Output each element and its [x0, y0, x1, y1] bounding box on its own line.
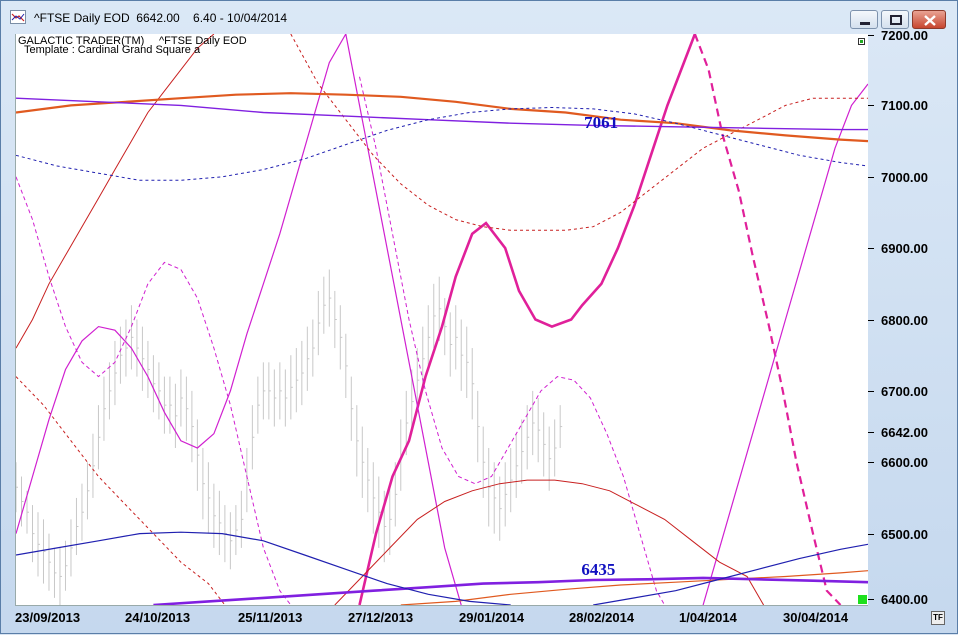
- y-tick-label: 7100.00: [868, 98, 928, 114]
- chart-plot-area[interactable]: GALACTIC TRADER(TM) ^FTSE Daily EOD Temp…: [15, 34, 868, 606]
- series-line-4: [702, 83, 868, 605]
- series-line-9: [16, 376, 226, 605]
- y-tick-label: 6600.00: [868, 455, 928, 471]
- minimize-icon: [860, 22, 870, 25]
- level-annotation-6435: 6435: [581, 560, 616, 580]
- chart-template-label: Template : Cardinal Grand Square a: [24, 44, 201, 56]
- chart-resize-marker[interactable]: [858, 595, 867, 604]
- x-tick-label: 25/11/2013: [238, 610, 303, 625]
- y-tick-label: 6700.00: [868, 383, 928, 399]
- series-line-7: [16, 34, 215, 349]
- x-tick-label: 30/04/2014: [783, 610, 849, 625]
- y-tick-label: 6900.00: [868, 241, 928, 257]
- chart-app-icon[interactable]: [10, 10, 26, 24]
- y-tick-label: 6642.00: [868, 425, 928, 441]
- series-line-16: [593, 543, 868, 605]
- series-line-0: [358, 34, 697, 605]
- y-tick-label: 6400.00: [868, 592, 928, 607]
- maximize-button[interactable]: [881, 10, 909, 29]
- series-line-17: [16, 106, 868, 181]
- series-line-2: [16, 34, 347, 534]
- y-tick-label: 7000.00: [868, 169, 928, 185]
- y-tick-label: 6800.00: [868, 312, 928, 328]
- x-tick-label: 1/04/2014: [679, 610, 737, 625]
- series-line-13: [16, 97, 868, 131]
- window-title: ^FTSE Daily EOD 6642.00 6.40 - 10/04/201…: [34, 11, 288, 25]
- x-tick-label: 23/09/2013: [15, 610, 81, 625]
- close-button[interactable]: [912, 10, 946, 29]
- minimize-button[interactable]: [850, 10, 878, 29]
- y-tick-label: 7200.00: [868, 28, 928, 43]
- series-line-11: [16, 92, 868, 143]
- tf-badge[interactable]: TF: [931, 611, 945, 625]
- x-tick-label: 27/12/2013: [348, 610, 414, 625]
- level-annotation-7061: 7061: [584, 113, 619, 133]
- y-tick-label: 6500.00: [868, 526, 928, 542]
- x-tick-label: 24/10/2013: [125, 610, 191, 625]
- series-line-12: [400, 570, 868, 605]
- series-line-1: [693, 34, 842, 605]
- x-tick-label: 28/02/2014: [569, 610, 635, 625]
- x-tick-label: 29/01/2014: [459, 610, 525, 625]
- chart-canvas: [16, 34, 868, 605]
- y-axis: 7200.00 7100.00 7000.00 6900.00 6800.00 6700.…: [867, 29, 958, 607]
- title-bar[interactable]: ^FTSE Daily EOD 6642.00 6.40 - 10/04/201…: [1, 1, 957, 33]
- close-icon: [924, 15, 936, 26]
- chart-window: ^FTSE Daily EOD 6642.00 6.40 - 10/04/201…: [0, 0, 958, 634]
- chart-corner-marker[interactable]: [858, 38, 865, 45]
- x-axis: 23/09/2013 24/10/2013 25/11/2013 27/12/2013…: [15, 605, 867, 635]
- series-line-15: [16, 531, 511, 605]
- maximize-icon: [890, 15, 902, 25]
